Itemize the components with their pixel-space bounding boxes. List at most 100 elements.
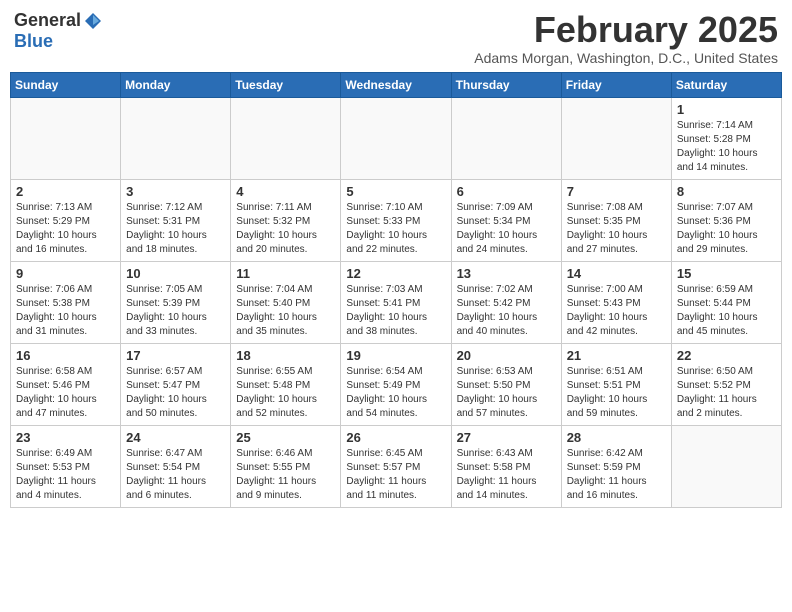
calendar-cell: 21 Sunrise: 6:51 AM Sunset: 5:51 PM Dayli… <box>561 343 671 425</box>
calendar-cell: 17 Sunrise: 6:57 AM Sunset: 5:47 PM Dayli… <box>121 343 231 425</box>
day-info: Sunrise: 7:06 AM Sunset: 5:38 PM Dayligh… <box>16 283 115 339</box>
calendar-week-1: 1Sunrise: 7:14 AM Sunset: 5:28 PM Daylig… <box>11 97 782 179</box>
day-number: 2 <box>16 184 115 199</box>
day-number: 12 <box>346 266 445 281</box>
calendar-cell: 11Sunrise: 7:04 AM Sunset: 5:40 PM Dayli… <box>231 261 341 343</box>
calendar-week-4: 16 Sunrise: 6:58 AM Sunset: 5:46 PM Dayli… <box>11 343 782 425</box>
day-number: 22 <box>677 348 776 363</box>
day-number: 21 <box>567 348 666 363</box>
day-info: Sunrise: 7:14 AM Sunset: 5:28 PM Dayligh… <box>677 119 776 175</box>
calendar-cell <box>121 97 231 179</box>
calendar-cell: 10 Sunrise: 7:05 AM Sunset: 5:39 PM Dayli… <box>121 261 231 343</box>
day-number: 8 <box>677 184 776 199</box>
calendar-cell: 20Sunrise: 6:53 AM Sunset: 5:50 PM Dayli… <box>451 343 561 425</box>
day-number: 27 <box>457 430 556 445</box>
calendar-cell: 12Sunrise: 7:03 AM Sunset: 5:41 PM Dayli… <box>341 261 451 343</box>
month-title: February 2025 <box>474 10 778 50</box>
day-of-week-tuesday: Tuesday <box>231 72 341 97</box>
day-info: Sunrise: 6:45 AM Sunset: 5:57 PM Dayligh… <box>346 447 445 503</box>
calendar-cell: 4Sunrise: 7:11 AM Sunset: 5:32 PM Daylig… <box>231 179 341 261</box>
day-info: Sunrise: 7:00 AM Sunset: 5:43 PM Dayligh… <box>567 283 666 339</box>
logo: General <box>14 10 103 31</box>
calendar-cell: 16 Sunrise: 6:58 AM Sunset: 5:46 PM Dayli… <box>11 343 121 425</box>
calendar-week-5: 23 Sunrise: 6:49 AM Sunset: 5:53 PM Dayli… <box>11 425 782 507</box>
day-info: Sunrise: 7:07 AM Sunset: 5:36 PM Dayligh… <box>677 201 776 257</box>
calendar-cell: 18 Sunrise: 6:55 AM Sunset: 5:48 PM Dayli… <box>231 343 341 425</box>
day-number: 13 <box>457 266 556 281</box>
day-info: Sunrise: 7:02 AM Sunset: 5:42 PM Dayligh… <box>457 283 556 339</box>
day-number: 28 <box>567 430 666 445</box>
day-number: 25 <box>236 430 335 445</box>
calendar-table: SundayMondayTuesdayWednesdayThursdayFrid… <box>10 72 782 508</box>
day-of-week-friday: Friday <box>561 72 671 97</box>
day-info: Sunrise: 6:51 AM Sunset: 5:51 PM Dayligh… <box>567 365 666 421</box>
calendar-cell: 15Sunrise: 6:59 AM Sunset: 5:44 PM Dayli… <box>671 261 781 343</box>
day-info: Sunrise: 6:53 AM Sunset: 5:50 PM Dayligh… <box>457 365 556 421</box>
day-of-week-monday: Monday <box>121 72 231 97</box>
day-info: Sunrise: 6:47 AM Sunset: 5:54 PM Dayligh… <box>126 447 225 503</box>
day-number: 5 <box>346 184 445 199</box>
day-number: 14 <box>567 266 666 281</box>
day-info: Sunrise: 6:55 AM Sunset: 5:48 PM Dayligh… <box>236 365 335 421</box>
day-number: 6 <box>457 184 556 199</box>
calendar-cell <box>561 97 671 179</box>
day-info: Sunrise: 7:04 AM Sunset: 5:40 PM Dayligh… <box>236 283 335 339</box>
day-of-week-sunday: Sunday <box>11 72 121 97</box>
day-number: 15 <box>677 266 776 281</box>
calendar-cell: 6Sunrise: 7:09 AM Sunset: 5:34 PM Daylig… <box>451 179 561 261</box>
calendar-cell: 28Sunrise: 6:42 AM Sunset: 5:59 PM Dayli… <box>561 425 671 507</box>
day-info: Sunrise: 7:08 AM Sunset: 5:35 PM Dayligh… <box>567 201 666 257</box>
day-of-week-saturday: Saturday <box>671 72 781 97</box>
day-number: 23 <box>16 430 115 445</box>
day-info: Sunrise: 6:50 AM Sunset: 5:52 PM Dayligh… <box>677 365 776 421</box>
day-info: Sunrise: 7:05 AM Sunset: 5:39 PM Dayligh… <box>126 283 225 339</box>
calendar-cell: 2 Sunrise: 7:13 AM Sunset: 5:29 PM Daylig… <box>11 179 121 261</box>
day-number: 3 <box>126 184 225 199</box>
calendar-cell: 8 Sunrise: 7:07 AM Sunset: 5:36 PM Daylig… <box>671 179 781 261</box>
day-of-week-wednesday: Wednesday <box>341 72 451 97</box>
calendar-cell: 13 Sunrise: 7:02 AM Sunset: 5:42 PM Dayli… <box>451 261 561 343</box>
calendar-cell <box>341 97 451 179</box>
calendar-cell: 9 Sunrise: 7:06 AM Sunset: 5:38 PM Daylig… <box>11 261 121 343</box>
calendar-cell: 5 Sunrise: 7:10 AM Sunset: 5:33 PM Daylig… <box>341 179 451 261</box>
calendar-cell: 1Sunrise: 7:14 AM Sunset: 5:28 PM Daylig… <box>671 97 781 179</box>
calendar-cell: 26 Sunrise: 6:45 AM Sunset: 5:57 PM Dayli… <box>341 425 451 507</box>
calendar-cell <box>671 425 781 507</box>
day-number: 26 <box>346 430 445 445</box>
day-info: Sunrise: 6:54 AM Sunset: 5:49 PM Dayligh… <box>346 365 445 421</box>
logo-general-text: General <box>14 10 81 31</box>
calendar-cell: 27 Sunrise: 6:43 AM Sunset: 5:58 PM Dayli… <box>451 425 561 507</box>
calendar-cell <box>451 97 561 179</box>
calendar-cell: 14 Sunrise: 7:00 AM Sunset: 5:43 PM Dayli… <box>561 261 671 343</box>
title-area: February 2025 Adams Morgan, Washington, … <box>474 10 778 66</box>
day-info: Sunrise: 6:46 AM Sunset: 5:55 PM Dayligh… <box>236 447 335 503</box>
day-number: 9 <box>16 266 115 281</box>
calendar-cell: 3Sunrise: 7:12 AM Sunset: 5:31 PM Daylig… <box>121 179 231 261</box>
day-number: 19 <box>346 348 445 363</box>
day-number: 17 <box>126 348 225 363</box>
day-info: Sunrise: 7:13 AM Sunset: 5:29 PM Dayligh… <box>16 201 115 257</box>
day-info: Sunrise: 6:57 AM Sunset: 5:47 PM Dayligh… <box>126 365 225 421</box>
day-info: Sunrise: 6:49 AM Sunset: 5:53 PM Dayligh… <box>16 447 115 503</box>
location-title: Adams Morgan, Washington, D.C., United S… <box>474 50 778 66</box>
day-number: 7 <box>567 184 666 199</box>
day-info: Sunrise: 6:43 AM Sunset: 5:58 PM Dayligh… <box>457 447 556 503</box>
day-info: Sunrise: 6:58 AM Sunset: 5:46 PM Dayligh… <box>16 365 115 421</box>
day-number: 10 <box>126 266 225 281</box>
day-number: 18 <box>236 348 335 363</box>
calendar-cell: 7 Sunrise: 7:08 AM Sunset: 5:35 PM Daylig… <box>561 179 671 261</box>
day-info: Sunrise: 7:10 AM Sunset: 5:33 PM Dayligh… <box>346 201 445 257</box>
calendar-header-row: SundayMondayTuesdayWednesdayThursdayFrid… <box>11 72 782 97</box>
calendar-cell: 24 Sunrise: 6:47 AM Sunset: 5:54 PM Dayli… <box>121 425 231 507</box>
logo-area: General Blue <box>14 10 103 52</box>
day-number: 24 <box>126 430 225 445</box>
calendar-cell: 23 Sunrise: 6:49 AM Sunset: 5:53 PM Dayli… <box>11 425 121 507</box>
header: General Blue February 2025 Adams Morgan,… <box>10 10 782 66</box>
calendar-cell <box>11 97 121 179</box>
calendar-cell <box>231 97 341 179</box>
calendar-cell: 25 Sunrise: 6:46 AM Sunset: 5:55 PM Dayli… <box>231 425 341 507</box>
day-number: 16 <box>16 348 115 363</box>
day-info: Sunrise: 7:11 AM Sunset: 5:32 PM Dayligh… <box>236 201 335 257</box>
logo-icon <box>83 11 103 31</box>
calendar-cell: 19 Sunrise: 6:54 AM Sunset: 5:49 PM Dayli… <box>341 343 451 425</box>
